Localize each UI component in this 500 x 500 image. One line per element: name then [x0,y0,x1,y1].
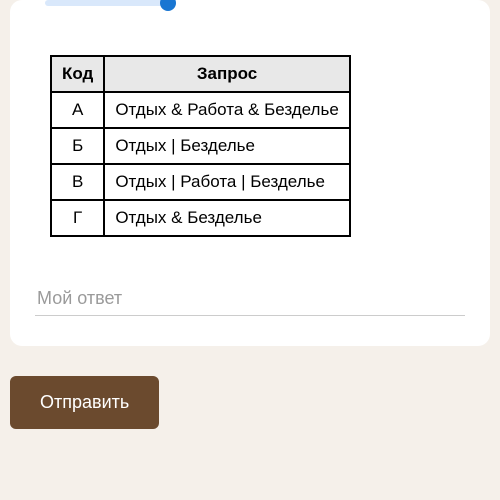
answer-input[interactable] [35,282,465,316]
table-row: А Отдых & Работа & Безделье [51,92,350,128]
cell-code: В [51,164,104,200]
question-card: Код Запрос А Отдых & Работа & Безделье Б… [10,0,490,346]
cell-code: Г [51,200,104,236]
header-code: Код [51,56,104,92]
table-header-row: Код Запрос [51,56,350,92]
cell-code: Б [51,128,104,164]
cell-query: Отдых | Безделье [104,128,349,164]
submit-row: Отправить [0,376,500,429]
cell-query: Отдых & Безделье [104,200,349,236]
table-row: Б Отдых | Безделье [51,128,350,164]
table-row: В Отдых | Работа | Безделье [51,164,350,200]
slider-thumb[interactable] [160,0,176,11]
submit-button[interactable]: Отправить [10,376,159,429]
slider-fragment[interactable] [45,0,175,8]
cell-query: Отдых | Работа | Безделье [104,164,349,200]
header-query: Запрос [104,56,349,92]
table-row: Г Отдых & Безделье [51,200,350,236]
answer-section [35,282,465,316]
slider-track [45,0,165,6]
query-table: Код Запрос А Отдых & Работа & Безделье Б… [50,55,351,237]
query-table-wrap: Код Запрос А Отдых & Работа & Безделье Б… [50,55,465,237]
cell-query: Отдых & Работа & Безделье [104,92,349,128]
cell-code: А [51,92,104,128]
